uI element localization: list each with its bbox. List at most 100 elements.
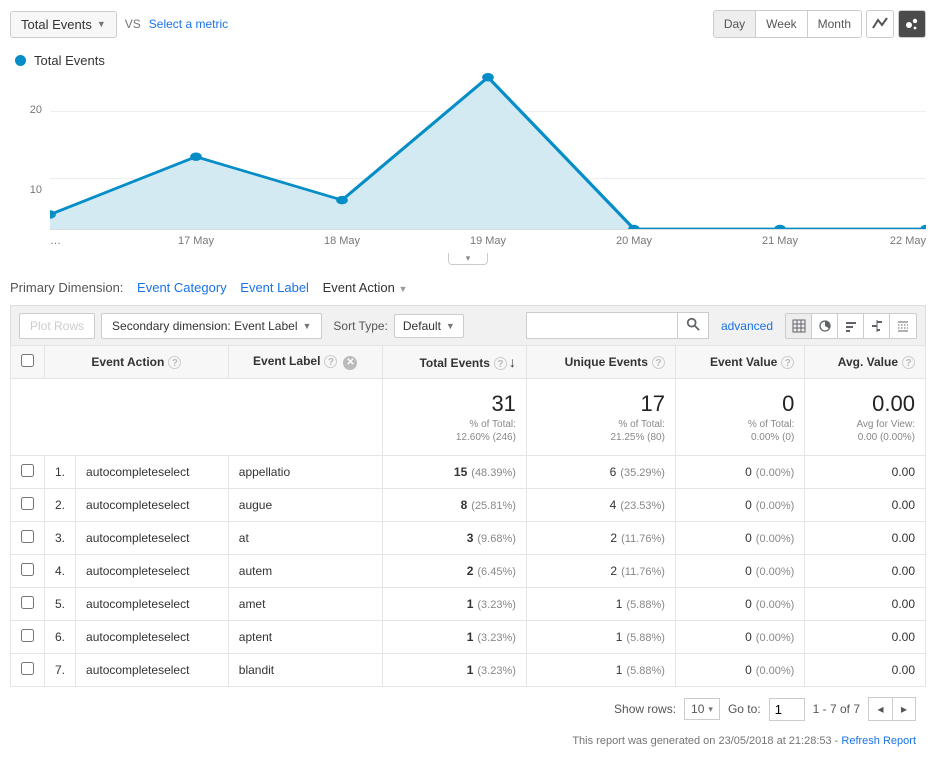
row-event-action[interactable]: autocompleteselect xyxy=(76,489,229,522)
summary-unique-events: 17 xyxy=(537,391,665,417)
metric-dropdown-label: Total Events xyxy=(21,17,92,32)
caret-down-icon: ▾ xyxy=(708,704,713,715)
time-month-button[interactable]: Month xyxy=(808,11,861,37)
row-event-value: 0(0.00%) xyxy=(675,555,804,588)
secondary-dimension-dropdown[interactable]: Secondary dimension: Event Label ▼ xyxy=(101,313,322,339)
caret-down-icon: ▼ xyxy=(398,284,407,294)
row-event-value: 0(0.00%) xyxy=(675,588,804,621)
select-all-checkbox[interactable] xyxy=(21,354,34,367)
search-input[interactable] xyxy=(527,313,677,338)
row-avg-value: 0.00 xyxy=(805,654,926,687)
dimension-active[interactable]: Event Action ▼ xyxy=(323,280,408,295)
help-icon[interactable]: ? xyxy=(902,356,915,369)
sort-type-value: Default xyxy=(403,319,441,333)
secondary-dimension-label: Secondary dimension: Event Label xyxy=(112,319,297,333)
col-header-avg-value[interactable]: Avg. Value? xyxy=(805,346,926,379)
row-event-action[interactable]: autocompleteselect xyxy=(76,522,229,555)
table-row: 6.autocompleteselectaptent1(3.23%)1(5.88… xyxy=(11,621,926,654)
col-header-unique-events[interactable]: Unique Events? xyxy=(526,346,675,379)
row-event-action[interactable]: autocompleteselect xyxy=(76,456,229,489)
row-checkbox[interactable] xyxy=(21,530,34,543)
pagination-range: 1 - 7 of 7 xyxy=(813,702,860,716)
chart-svg xyxy=(50,70,926,229)
row-event-label[interactable]: augue xyxy=(228,489,382,522)
row-event-action[interactable]: autocompleteselect xyxy=(76,621,229,654)
col-header-total-events[interactable]: Total Events?↓ xyxy=(382,346,526,379)
help-icon[interactable]: ? xyxy=(781,356,794,369)
row-event-action[interactable]: autocompleteselect xyxy=(76,588,229,621)
x-tick: 21 May xyxy=(707,235,853,247)
row-checkbox[interactable] xyxy=(21,629,34,642)
row-checkbox[interactable] xyxy=(21,464,34,477)
view-pie-icon[interactable] xyxy=(812,314,838,338)
dimension-event-category-link[interactable]: Event Category xyxy=(137,280,227,295)
line-chart-icon xyxy=(872,16,888,32)
row-avg-value: 0.00 xyxy=(805,588,926,621)
pagination-row: Show rows: 10 ▾ Go to: 1 - 7 of 7 ◂ ▸ xyxy=(10,687,926,731)
chart-collapse-handle[interactable]: ▾ xyxy=(448,253,488,265)
row-event-action[interactable]: autocompleteselect xyxy=(76,654,229,687)
row-event-label[interactable]: at xyxy=(228,522,382,555)
row-event-label[interactable]: autem xyxy=(228,555,382,588)
row-total-events: 1(3.23%) xyxy=(382,621,526,654)
row-unique-events: 2(11.76%) xyxy=(526,555,675,588)
line-chart-icon-button[interactable] xyxy=(866,10,894,38)
help-icon[interactable]: ? xyxy=(168,356,181,369)
chevron-right-icon: ▸ xyxy=(901,702,907,716)
row-checkbox[interactable] xyxy=(21,596,34,609)
row-total-events: 1(3.23%) xyxy=(382,588,526,621)
row-checkbox[interactable] xyxy=(21,497,34,510)
table-row: 2.autocompleteselectaugue8(25.81%)4(23.5… xyxy=(11,489,926,522)
bubble-icon xyxy=(904,16,920,32)
row-event-value: 0(0.00%) xyxy=(675,489,804,522)
row-unique-events: 6(35.29%) xyxy=(526,456,675,489)
motion-chart-icon-button[interactable] xyxy=(898,10,926,38)
time-week-button[interactable]: Week xyxy=(756,11,807,37)
select-metric-link[interactable]: Select a metric xyxy=(149,17,228,31)
row-event-label[interactable]: blandit xyxy=(228,654,382,687)
report-footer: This report was generated on 23/05/2018 … xyxy=(10,731,926,757)
x-tick: 18 May xyxy=(269,235,415,247)
refresh-report-link[interactable]: Refresh Report xyxy=(841,735,916,747)
row-event-label[interactable]: aptent xyxy=(228,621,382,654)
row-checkbox[interactable] xyxy=(21,662,34,675)
row-event-value: 0(0.00%) xyxy=(675,522,804,555)
next-page-button[interactable]: ▸ xyxy=(892,697,916,721)
row-event-action[interactable]: autocompleteselect xyxy=(76,555,229,588)
legend-dot-icon xyxy=(15,55,26,66)
col-header-event-value[interactable]: Event Value? xyxy=(675,346,804,379)
show-rows-label: Show rows: xyxy=(614,702,676,716)
dimension-event-label-link[interactable]: Event Label xyxy=(240,280,309,295)
table-row: 7.autocompleteselectblandit1(3.23%)1(5.8… xyxy=(11,654,926,687)
view-comparison-icon[interactable] xyxy=(864,314,890,338)
col-header-event-action[interactable]: Event Action? xyxy=(45,346,229,379)
view-bar-icon[interactable] xyxy=(838,314,864,338)
sort-type-dropdown[interactable]: Default ▼ xyxy=(394,314,464,338)
remove-secondary-dimension-icon[interactable]: ✕ xyxy=(343,356,357,370)
help-icon[interactable]: ? xyxy=(494,357,507,370)
row-index: 5. xyxy=(45,588,76,621)
prev-page-button[interactable]: ◂ xyxy=(868,697,892,721)
metric-dropdown[interactable]: Total Events ▼ xyxy=(10,11,117,38)
plot-rows-button: Plot Rows xyxy=(19,313,95,339)
search-box xyxy=(526,312,709,339)
row-total-events: 15(48.39%) xyxy=(382,456,526,489)
view-table-icon[interactable] xyxy=(786,314,812,338)
advanced-search-link[interactable]: advanced xyxy=(721,319,773,333)
table-row: 1.autocompleteselectappellatio15(48.39%)… xyxy=(11,456,926,489)
chart-area: 20 10 xyxy=(10,70,926,230)
view-pivot-icon[interactable] xyxy=(890,314,916,338)
row-event-label[interactable]: appellatio xyxy=(228,456,382,489)
time-granularity-group: Day Week Month xyxy=(713,10,862,38)
row-event-label[interactable]: amet xyxy=(228,588,382,621)
help-icon[interactable]: ? xyxy=(324,355,337,368)
row-unique-events: 1(5.88%) xyxy=(526,654,675,687)
search-button[interactable] xyxy=(677,313,708,338)
help-icon[interactable]: ? xyxy=(652,356,665,369)
sort-desc-icon: ↓ xyxy=(509,354,516,370)
show-rows-dropdown[interactable]: 10 ▾ xyxy=(684,698,720,720)
time-day-button[interactable]: Day xyxy=(714,11,756,37)
col-header-event-label[interactable]: Event Label?✕ xyxy=(228,346,382,379)
goto-page-input[interactable] xyxy=(769,698,805,721)
row-checkbox[interactable] xyxy=(21,563,34,576)
